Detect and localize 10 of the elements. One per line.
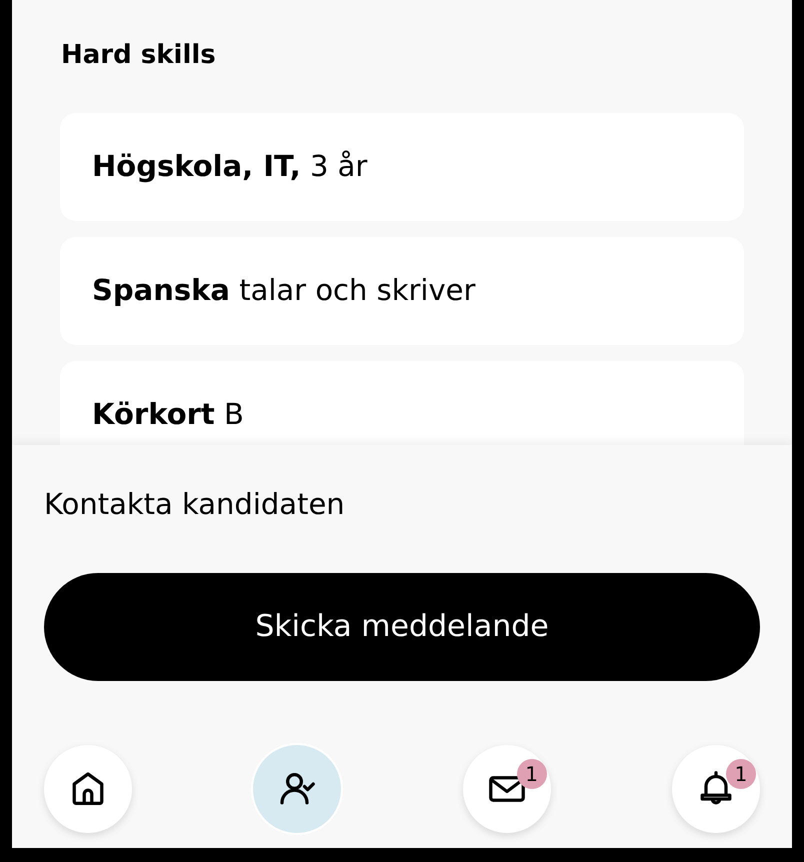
skill-text: Spanska talar och skriver xyxy=(92,272,476,310)
skill-text: Körkort B xyxy=(92,396,244,434)
skill-text: Högskola, IT, 3 år xyxy=(92,148,368,186)
contact-label: Kontakta kandidaten xyxy=(44,486,346,523)
nav-button[interactable]: 1 xyxy=(462,744,551,832)
section-title: Hard skills xyxy=(61,39,217,72)
nav-button[interactable]: 1 xyxy=(672,744,760,832)
count-badge: 1 xyxy=(516,758,547,788)
send-message-button[interactable]: Skicka meddelande xyxy=(44,572,760,680)
count-badge: 1 xyxy=(726,758,756,788)
